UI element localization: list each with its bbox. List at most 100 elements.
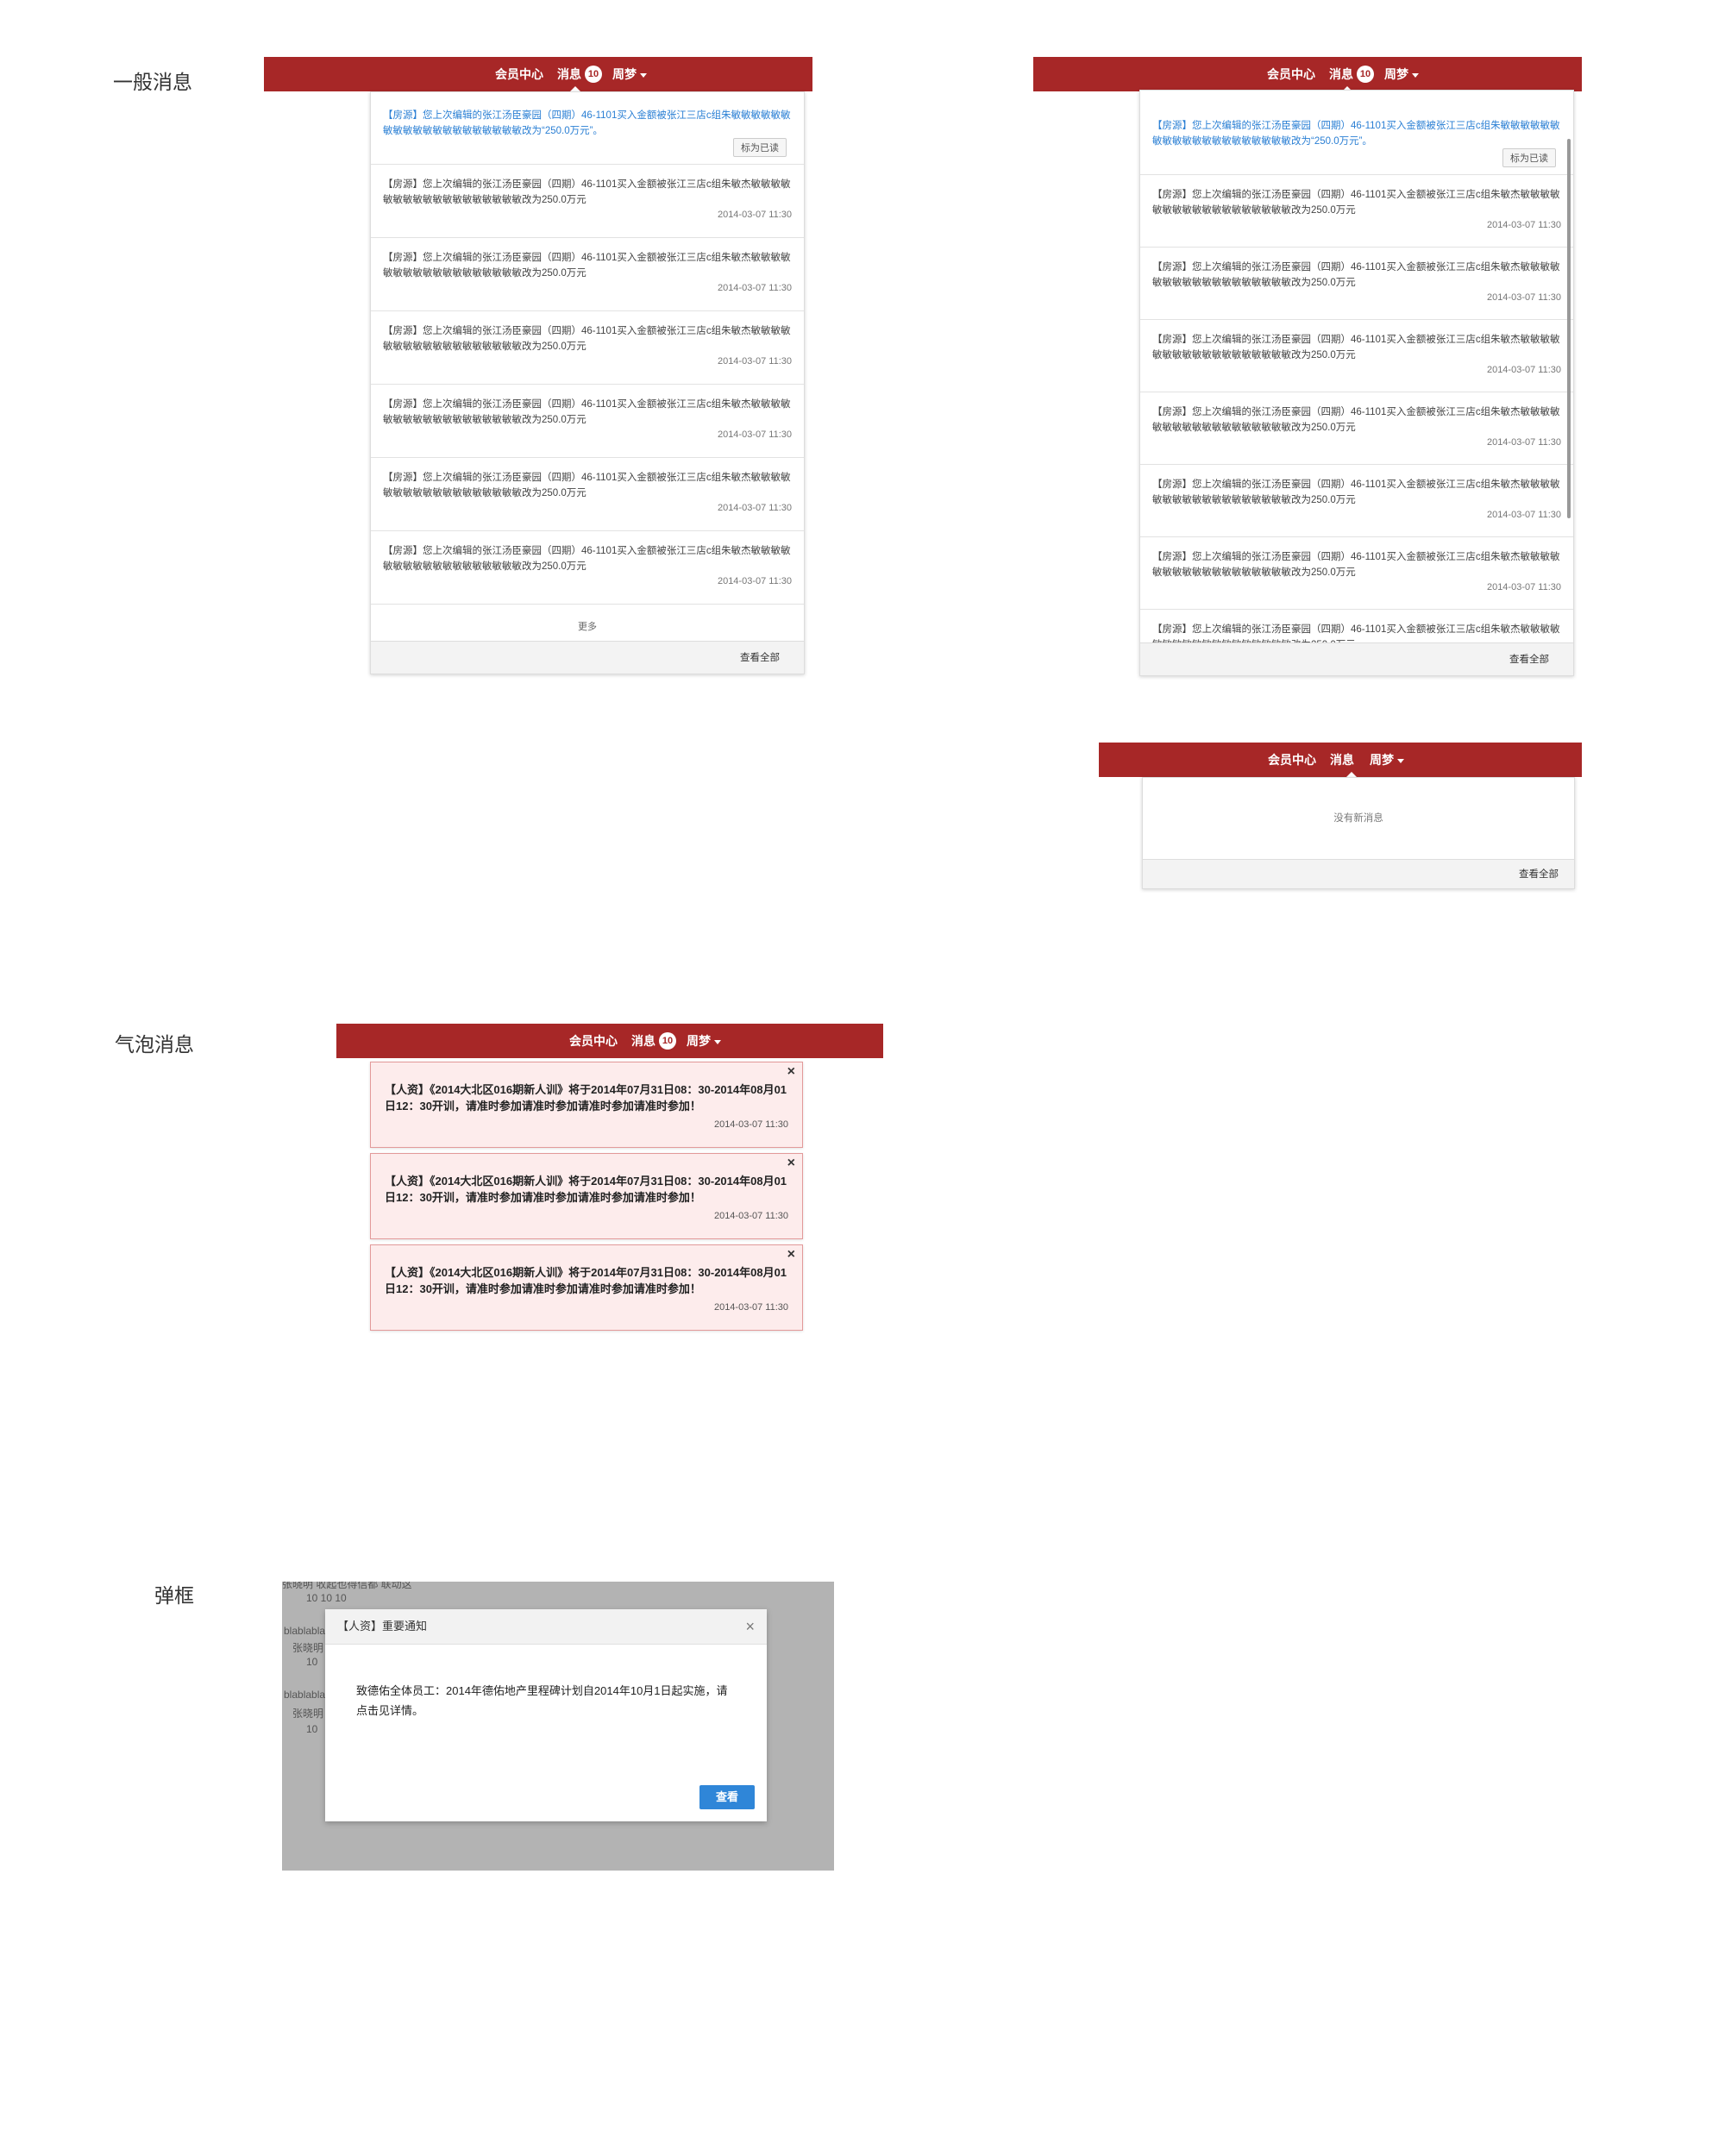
bubble-time: 2014-03-07 11:30 bbox=[713, 1119, 788, 1130]
message-text: 【房源】您上次编辑的张江汤臣豪园（四期）46-1101买入金额被张江三店c组朱敏… bbox=[1152, 262, 1560, 288]
message-dropdown-scrolling: 【房源】您上次编辑的张江汤臣豪园（四期）46-1101买入金额被张江三店c组朱敏… bbox=[1139, 90, 1574, 676]
list-item[interactable]: 【房源】您上次编辑的张江汤臣豪园（四期）46-1101买入金额被张江三店c组朱敏… bbox=[1140, 392, 1573, 465]
user-menu[interactable]: 周梦 bbox=[1370, 751, 1404, 768]
header-nav: 会员中心 消息 10 周梦 bbox=[569, 1024, 721, 1058]
chevron-down-icon bbox=[1397, 758, 1404, 763]
close-icon[interactable]: × bbox=[787, 1156, 795, 1171]
message-text: 【房源】您上次编辑的张江汤臣豪园（四期）46-1101买入金额被张江三店c组朱敏… bbox=[1152, 190, 1560, 216]
message-text: 【房源】您上次编辑的张江汤臣豪园（四期）46-1101买入金额被张江三店c组朱敏… bbox=[383, 473, 791, 498]
member-center-link[interactable]: 会员中心 bbox=[1267, 66, 1315, 83]
message-time: 2014-03-07 11:30 bbox=[1486, 292, 1561, 303]
bubble-time: 2014-03-07 11:30 bbox=[713, 1211, 788, 1221]
list-item[interactable]: 【房源】您上次编辑的张江汤臣豪园（四期）46-1101买入金额被张江三店c组朱敏… bbox=[371, 531, 804, 605]
list-item[interactable]: 【房源】您上次编辑的张江汤臣豪园（四期）46-1101买入金额被张江三店c组朱敏… bbox=[371, 385, 804, 458]
header-bar: 会员中心 消息 10 周梦 bbox=[336, 1024, 883, 1058]
message-text: 【房源】您上次编辑的张江汤臣豪园（四期）46-1101买入金额被张江三店c组朱敏… bbox=[383, 253, 791, 279]
message-text: 【房源】您上次编辑的张江汤臣豪园（四期）46-1101买入金额被张江三店c组朱敏… bbox=[383, 546, 791, 572]
messages-link[interactable]: 消息 bbox=[631, 1032, 656, 1050]
user-menu[interactable]: 周梦 bbox=[612, 66, 647, 83]
user-name: 周梦 bbox=[1370, 753, 1394, 767]
background-text: 10 10 10 bbox=[306, 1592, 347, 1604]
message-time: 2014-03-07 11:30 bbox=[1486, 510, 1561, 520]
modal-header: 【人资】重要通知 × bbox=[325, 1609, 767, 1645]
messages-link[interactable]: 消息 bbox=[1329, 66, 1353, 83]
notice-modal: 【人资】重要通知 × 致德佑全体员工：2014年德佑地产里程碑计划自2014年1… bbox=[325, 1609, 767, 1821]
message-time: 2014-03-07 11:30 bbox=[1486, 437, 1561, 448]
bubble-notification[interactable]: × 【人资】《2014大北区016期新人训》将于2014年07月31日08：30… bbox=[370, 1244, 803, 1331]
message-text: 【房源】您上次编辑的张江汤臣豪园（四期）46-1101买入金额被张江三店c组朱敏… bbox=[1152, 121, 1560, 147]
user-name: 周梦 bbox=[687, 1034, 711, 1048]
header-bar: 会员中心 消息 10 周梦 bbox=[1033, 57, 1582, 92]
list-item[interactable]: 【房源】您上次编辑的张江汤臣豪园（四期）46-1101买入金额被张江三店c组朱敏… bbox=[1140, 175, 1573, 248]
bubble-text: 【人资】《2014大北区016期新人训》将于2014年07月31日08：30-2… bbox=[385, 1266, 787, 1295]
chevron-down-icon bbox=[714, 1039, 721, 1044]
close-icon[interactable]: × bbox=[787, 1247, 795, 1263]
message-time: 2014-03-07 11:30 bbox=[1486, 365, 1561, 375]
header-bar: 会员中心 消息 10 周梦 bbox=[264, 57, 812, 92]
user-name: 周梦 bbox=[612, 67, 637, 81]
list-item[interactable]: 【房源】您上次编辑的张江汤臣豪园（四期）46-1101买入金额被张江三店c组朱敏… bbox=[371, 238, 804, 311]
view-button[interactable]: 查看 bbox=[699, 1785, 755, 1809]
message-dropdown-empty: 没有新消息 查看全部 bbox=[1142, 777, 1575, 889]
list-item[interactable]: 【房源】您上次编辑的张江汤臣豪园（四期）46-1101买入金额被张江三店c组朱敏… bbox=[1140, 537, 1573, 610]
message-text: 【房源】您上次编辑的张江汤臣豪园（四期）46-1101买入金额被张江三店c组朱敏… bbox=[383, 179, 791, 205]
list-item[interactable]: 【房源】您上次编辑的张江汤臣豪园（四期）46-1101买入金额被张江三店c组朱敏… bbox=[1140, 320, 1573, 392]
bubble-time: 2014-03-07 11:30 bbox=[713, 1302, 788, 1313]
message-dropdown: 【房源】您上次编辑的张江汤臣豪园（四期）46-1101买入金额被张江三店c组朱敏… bbox=[370, 91, 805, 674]
background-text: blablabla bbox=[284, 1689, 326, 1701]
message-text: 【房源】您上次编辑的张江汤臣豪园（四期）46-1101买入金额被张江三店c组朱敏… bbox=[1152, 552, 1560, 578]
view-all-link[interactable]: 查看全部 bbox=[1140, 642, 1573, 675]
list-item-unread[interactable]: 【房源】您上次编辑的张江汤臣豪园（四期）46-1101买入金额被张江三店c组朱敏… bbox=[371, 92, 804, 165]
header-nav: 会员中心 消息 周梦 bbox=[1268, 743, 1404, 777]
mark-read-button[interactable]: 标为已读 bbox=[1502, 148, 1556, 167]
message-time: 2014-03-07 11:30 bbox=[1486, 582, 1561, 592]
message-text: 【房源】您上次编辑的张江汤臣豪园（四期）46-1101买入金额被张江三店c组朱敏… bbox=[1152, 407, 1560, 433]
list-item[interactable]: 【房源】您上次编辑的张江汤臣豪园（四期）46-1101买入金额被张江三店c组朱敏… bbox=[1140, 465, 1573, 537]
close-icon[interactable]: × bbox=[745, 1609, 755, 1644]
chevron-down-icon bbox=[1412, 72, 1419, 78]
list-item[interactable]: 【房源】您上次编辑的张江汤臣豪园（四期）46-1101买入金额被张江三店c组朱敏… bbox=[371, 458, 804, 531]
view-all-link[interactable]: 查看全部 bbox=[1143, 859, 1574, 888]
header-bar: 会员中心 消息 周梦 bbox=[1099, 743, 1582, 778]
mark-read-button[interactable]: 标为已读 bbox=[733, 138, 787, 157]
message-count-badge: 10 bbox=[585, 66, 602, 83]
list-item[interactable]: 【房源】您上次编辑的张江汤臣豪园（四期）46-1101买入金额被张江三店c组朱敏… bbox=[371, 165, 804, 238]
modal-title: 【人资】重要通知 bbox=[337, 1620, 428, 1633]
list-item-unread[interactable]: 【房源】您上次编辑的张江汤臣豪园（四期）46-1101买入金额被张江三店c组朱敏… bbox=[1140, 91, 1573, 175]
message-text: 【房源】您上次编辑的张江汤臣豪园（四期）46-1101买入金额被张江三店c组朱敏… bbox=[383, 326, 791, 352]
close-icon[interactable]: × bbox=[787, 1064, 795, 1080]
background-text: 10 bbox=[306, 1723, 318, 1735]
chevron-down-icon bbox=[640, 72, 647, 78]
message-text: 【房源】您上次编辑的张江汤臣豪园（四期）46-1101买入金额被张江三店c组朱敏… bbox=[1152, 479, 1560, 505]
scrollbar[interactable] bbox=[1567, 139, 1571, 518]
bubble-notification[interactable]: × 【人资】《2014大北区016期新人训》将于2014年07月31日08：30… bbox=[370, 1153, 803, 1239]
list-item[interactable]: 【房源】您上次编辑的张江汤臣豪园（四期）46-1101买入金额被张江三店c组朱敏… bbox=[1140, 248, 1573, 320]
message-time: 2014-03-07 11:30 bbox=[717, 503, 792, 513]
modal-overlay[interactable]: 张晓明 收起也得信都 联动这 10 10 10 blablabla 张晓明 10… bbox=[282, 1582, 834, 1871]
list-item[interactable]: 【房源】您上次编辑的张江汤臣豪园（四期）46-1101买入金额被张江三店c组朱敏… bbox=[371, 311, 804, 385]
member-center-link[interactable]: 会员中心 bbox=[569, 1032, 618, 1050]
bubble-notification[interactable]: × 【人资】《2014大北区016期新人训》将于2014年07月31日08：30… bbox=[370, 1062, 803, 1148]
empty-message: 没有新消息 bbox=[1333, 813, 1383, 824]
bubble-text: 【人资】《2014大北区016期新人训》将于2014年07月31日08：30-2… bbox=[385, 1175, 787, 1204]
background-text: 张晓明 bbox=[292, 1642, 324, 1654]
section-title-bubble: 气泡消息 bbox=[115, 1033, 194, 1056]
messages-link[interactable]: 消息 bbox=[1330, 751, 1354, 768]
background-text: 张晓明 bbox=[292, 1708, 324, 1720]
view-all-link[interactable]: 查看全部 bbox=[371, 641, 804, 674]
messages-link[interactable]: 消息 bbox=[557, 66, 581, 83]
background-text: blablabla bbox=[284, 1625, 326, 1637]
message-time: 2014-03-07 11:30 bbox=[717, 210, 792, 220]
member-center-link[interactable]: 会员中心 bbox=[495, 66, 543, 83]
background-text: 10 bbox=[306, 1656, 318, 1668]
message-time: 2014-03-07 11:30 bbox=[1486, 220, 1561, 230]
message-text: 【房源】您上次编辑的张江汤臣豪园（四期）46-1101买入金额被张江三店c组朱敏… bbox=[383, 110, 791, 136]
message-count-badge: 10 bbox=[1357, 66, 1374, 83]
background-text: 张晓明 收起也得信都 联动这 bbox=[282, 1582, 412, 1590]
user-menu[interactable]: 周梦 bbox=[687, 1032, 721, 1050]
user-menu[interactable]: 周梦 bbox=[1384, 66, 1419, 83]
member-center-link[interactable]: 会员中心 bbox=[1268, 751, 1316, 768]
bubble-text: 【人资】《2014大北区016期新人训》将于2014年07月31日08：30-2… bbox=[385, 1083, 787, 1112]
message-text: 【房源】您上次编辑的张江汤臣豪园（四期）46-1101买入金额被张江三店c组朱敏… bbox=[383, 399, 791, 425]
section-title-dialog: 弹框 bbox=[154, 1584, 194, 1607]
